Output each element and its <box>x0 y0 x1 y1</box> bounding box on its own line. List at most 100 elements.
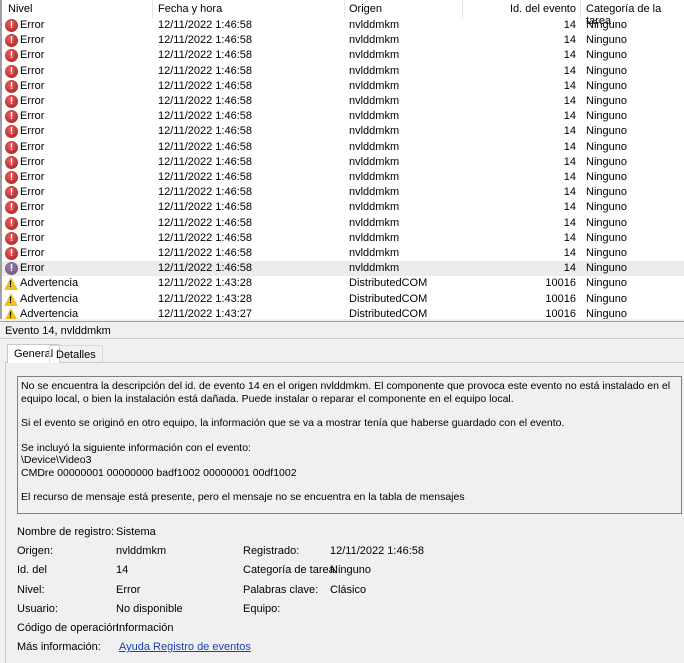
cell-source: DistributedCOM <box>349 277 428 290</box>
cell-task-category: Ninguno <box>586 292 627 305</box>
keywords-value: Clásico <box>330 584 367 596</box>
logged-value: 12/11/2022 1:46:58 <box>330 545 424 557</box>
cell-event-id: 14 <box>563 19 576 31</box>
column-divider[interactable] <box>152 0 153 18</box>
cell-source: nvlddmkm <box>349 247 400 259</box>
cell-level: Error <box>20 201 45 214</box>
column-divider[interactable] <box>462 0 463 18</box>
table-row[interactable]: ! Error 12/11/2022 1:46:58 nvlddmkm 14 Ningun… <box>2 33 684 48</box>
cell-date: 12/11/2022 1:46:58 <box>158 186 252 199</box>
column-header-level[interactable]: Nivel <box>8 3 32 15</box>
table-row[interactable]: ! Error 12/11/2022 1:46:58 nvlddmkm 14 Ningun… <box>2 216 684 231</box>
cell-source: nvlddmkm <box>349 125 400 138</box>
table-row[interactable]: ! Error 12/11/2022 1:46:58 nvlddmkm 14 Ningun… <box>2 155 684 170</box>
cell-level: Error <box>20 171 45 183</box>
table-row[interactable]: ! Error 12/11/2022 1:46:58 nvlddmkm 14 Ningun… <box>2 124 684 139</box>
cell-task-category: Ninguno <box>586 19 627 31</box>
event-description[interactable]: No se encuentra la descripción del id. d… <box>17 376 682 514</box>
table-row[interactable]: ! Error 12/11/2022 1:46:58 nvlddmkm 14 Ningun… <box>2 79 684 94</box>
user-label: Usuario: <box>17 603 58 615</box>
table-row[interactable]: ! Error 12/11/2022 1:46:58 nvlddmkm 14 Ningun… <box>2 261 684 277</box>
error-icon: ! <box>5 64 18 78</box>
column-divider[interactable] <box>344 0 345 18</box>
cell-event-id: 14 <box>563 262 576 275</box>
cell-task-category: Ninguno <box>586 49 627 62</box>
cell-event-id: 14 <box>563 231 576 244</box>
cell-event-id: 10016 <box>545 292 576 305</box>
error-icon: ! <box>5 186 18 200</box>
cell-source: nvlddmkm <box>349 262 400 275</box>
cell-date: 12/11/2022 1:46:58 <box>158 247 252 259</box>
table-row[interactable]: ! Error 12/11/2022 1:46:58 nvlddmkm 14 Ningun… <box>2 48 684 63</box>
cell-event-id: 14 <box>563 247 576 259</box>
warning-icon: ! <box>4 307 18 319</box>
cell-event-id: 14 <box>563 49 576 62</box>
cell-source: DistributedCOM <box>349 307 428 319</box>
table-row[interactable]: ! Advertencia 12/11/2022 1:43:27 Distribute… <box>2 307 684 319</box>
event-list[interactable]: Nivel Fecha y hora Origen Id. del evento… <box>0 0 684 319</box>
table-row[interactable]: ! Error 12/11/2022 1:46:58 nvlddmkm 14 Ningun… <box>2 170 684 185</box>
table-row[interactable]: ! Error 12/11/2022 1:46:58 nvlddmkm 14 Ningun… <box>2 94 684 109</box>
cell-date: 12/11/2022 1:46:58 <box>158 19 252 31</box>
user-value: No disponible <box>116 603 183 615</box>
table-row[interactable]: ! Error 12/11/2022 1:46:58 nvlddmkm 14 Ningun… <box>2 140 684 155</box>
table-row[interactable]: ! Error 12/11/2022 1:46:58 nvlddmkm 14 Ningun… <box>2 64 684 79</box>
table-row[interactable]: ! Error 12/11/2022 1:46:58 nvlddmkm 14 Ningun… <box>2 18 684 33</box>
cell-level: Error <box>20 79 45 92</box>
table-row[interactable]: ! Error 12/11/2022 1:46:58 nvlddmkm 14 Ningun… <box>2 109 684 124</box>
column-header-event-id[interactable]: Id. del evento <box>510 3 576 15</box>
tab-details[interactable]: Detalles <box>49 345 103 363</box>
cell-task-category: Ninguno <box>586 171 627 183</box>
cell-event-id: 10016 <box>545 307 576 319</box>
table-row[interactable]: ! Advertencia 12/11/2022 1:43:28 Distribute… <box>2 276 684 291</box>
table-row[interactable]: ! Error 12/11/2022 1:46:58 nvlddmkm 14 Ningun… <box>2 185 684 200</box>
keywords-label: Palabras clave: <box>243 584 319 596</box>
column-header-source[interactable]: Origen <box>349 3 382 15</box>
cell-event-id: 14 <box>563 216 576 229</box>
cell-event-id: 14 <box>563 201 576 214</box>
description-paragraph: Si el evento se originó en otro equipo, … <box>21 417 565 429</box>
task-category-value: Ninguno <box>330 564 371 576</box>
table-row[interactable]: ! Error 12/11/2022 1:46:58 nvlddmkm 14 Ningun… <box>2 200 684 215</box>
column-divider[interactable] <box>580 0 581 18</box>
cell-source: nvlddmkm <box>349 34 400 47</box>
cell-source: nvlddmkm <box>349 201 400 214</box>
error-icon: ! <box>5 49 18 63</box>
cell-task-category: Ninguno <box>586 307 627 319</box>
event-log-help-link[interactable]: Ayuda Registro de eventos <box>119 641 251 653</box>
cell-task-category: Ninguno <box>586 247 627 259</box>
error-icon: ! <box>5 110 18 124</box>
cell-source: nvlddmkm <box>349 140 400 153</box>
cell-level: Error <box>20 231 45 244</box>
cell-level: Advertencia <box>20 292 79 305</box>
error-icon: ! <box>5 231 18 245</box>
cell-task-category: Ninguno <box>586 79 627 92</box>
event-id-label: Id. del <box>17 564 47 576</box>
level-label: Nivel: <box>17 584 45 596</box>
cell-date: 12/11/2022 1:46:58 <box>158 155 252 168</box>
table-row[interactable]: ! Error 12/11/2022 1:46:58 nvlddmkm 14 Ningun… <box>2 231 684 246</box>
column-header-date[interactable]: Fecha y hora <box>158 3 222 15</box>
cell-event-id: 14 <box>563 125 576 138</box>
error-icon: ! <box>5 216 18 230</box>
cell-date: 12/11/2022 1:46:58 <box>158 125 252 138</box>
cell-level: Error <box>20 140 45 153</box>
table-row[interactable]: ! Advertencia 12/11/2022 1:43:28 Distribute… <box>2 292 684 307</box>
cell-event-id: 14 <box>563 34 576 47</box>
cell-level: Error <box>20 155 45 168</box>
cell-date: 12/11/2022 1:46:58 <box>158 216 252 229</box>
cell-source: nvlddmkm <box>349 216 400 229</box>
error-icon: ! <box>5 95 18 108</box>
cell-level: Error <box>20 110 45 123</box>
cell-level: Error <box>20 49 45 62</box>
description-paragraph: No se encuentra la descripción del id. d… <box>21 380 671 405</box>
cell-task-category: Ninguno <box>586 262 627 275</box>
cell-date: 12/11/2022 1:46:58 <box>158 110 252 123</box>
cell-task-category: Ninguno <box>586 201 627 214</box>
cell-source: nvlddmkm <box>349 49 400 62</box>
source-value: nvlddmkm <box>116 545 167 557</box>
table-row[interactable]: ! Error 12/11/2022 1:46:58 nvlddmkm 14 Ningun… <box>2 246 684 261</box>
cell-source: nvlddmkm <box>349 79 400 92</box>
error-icon: ! <box>5 155 18 169</box>
cell-task-category: Ninguno <box>586 186 627 199</box>
